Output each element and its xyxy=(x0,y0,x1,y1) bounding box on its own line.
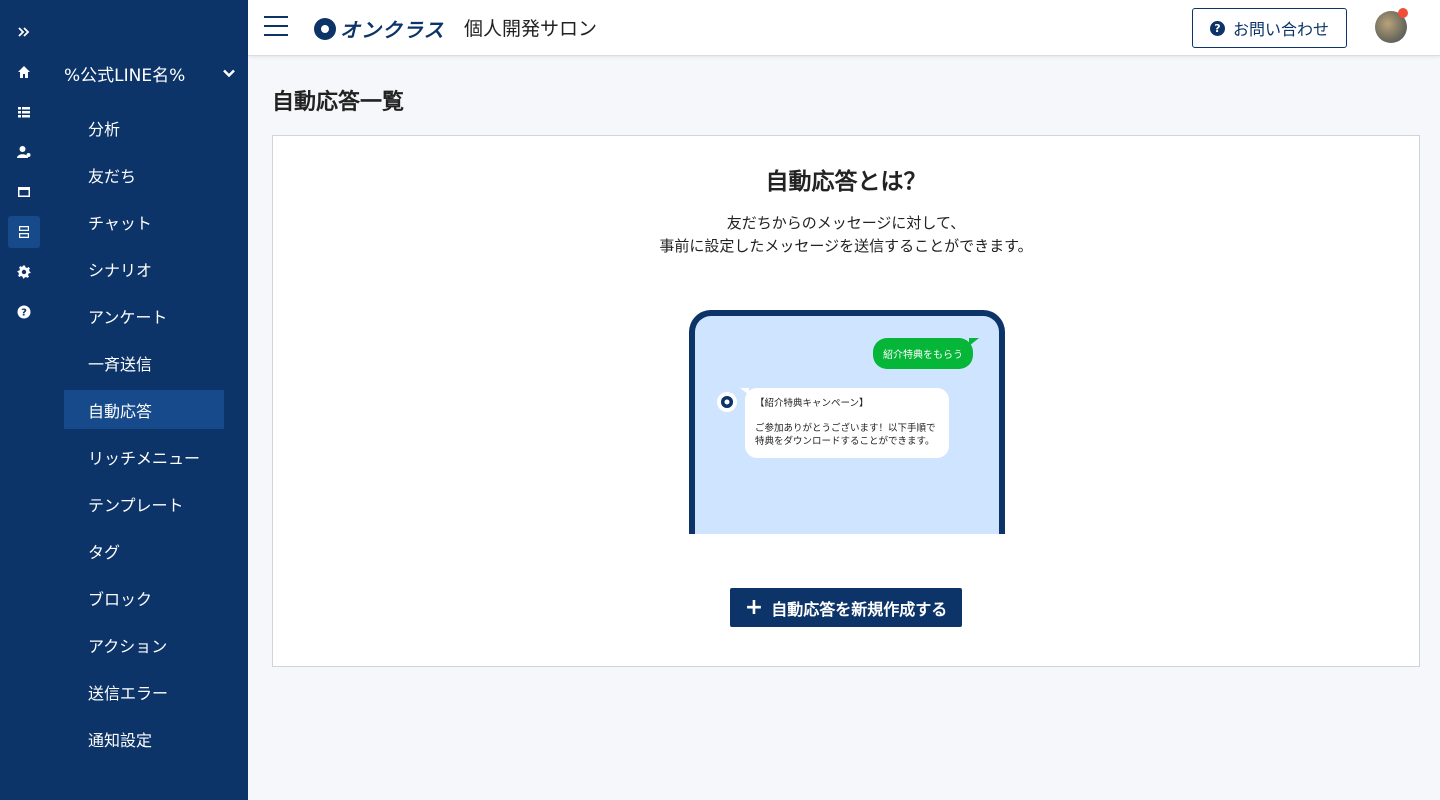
logo[interactable]: オンクラス xyxy=(314,14,445,43)
sidebar-item-survey[interactable]: アンケート xyxy=(64,296,224,335)
plus-icon: + xyxy=(744,594,764,620)
icon-rail: ? xyxy=(0,0,48,800)
logo-text: オンクラス xyxy=(340,18,445,42)
sidebar-item-friends[interactable]: 友だち xyxy=(64,155,224,194)
phone-illustration: 紹介特典をもらう 【紹介特典キャンペーン】 ご参加ありがとうございます！以下手順… xyxy=(689,310,1005,534)
sidebar-item-auto-reply[interactable]: 自動応答 xyxy=(64,390,224,429)
bot-message-line: 【紹介特典キャンペーン】 xyxy=(755,398,869,409)
page-title: 自動応答一覧 xyxy=(272,90,405,115)
sidebar-item-scenario[interactable]: シナリオ xyxy=(64,249,224,288)
sidebar-menu: 分析 友だち チャット シナリオ アンケート 一斉送信 自動応答 リッチメニュー… xyxy=(64,108,224,766)
logo-mark-icon xyxy=(314,17,336,40)
user-settings-icon[interactable] xyxy=(8,136,40,168)
sidebar-item-analytics[interactable]: 分析 xyxy=(64,108,224,147)
contact-label: お問い合わせ xyxy=(1232,20,1329,39)
gear-icon[interactable] xyxy=(8,256,40,288)
sidebar-item-tag[interactable]: タグ xyxy=(64,531,224,570)
sidebar-item-send-error[interactable]: 送信エラー xyxy=(64,672,224,711)
list-icon[interactable] xyxy=(8,96,40,128)
card-description: 友だちからのメッセージに対して、 事前に設定したメッセージを送信することができま… xyxy=(273,212,1419,258)
sidebar: ? %公式LINE名% 分析 友だち チャット シナリオ アンケート 一斉送信 … xyxy=(0,0,248,800)
create-label: 自動応答を新規作成する xyxy=(771,599,948,619)
sidebar-item-action[interactable]: アクション xyxy=(64,625,224,664)
home-icon[interactable] xyxy=(8,56,40,88)
site-title: 個人開発サロン xyxy=(464,18,598,40)
sidebar-item-rich-menu[interactable]: リッチメニュー xyxy=(64,437,224,476)
sidebar-item-chat[interactable]: チャット xyxy=(64,202,224,241)
bot-message-bubble: 【紹介特典キャンペーン】 ご参加ありがとうございます！以下手順で 特典をダウンロ… xyxy=(740,388,949,458)
description-line: 友だちからのメッセージに対して、 xyxy=(726,214,966,232)
sidebar-item-notification-settings[interactable]: 通知設定 xyxy=(64,719,224,758)
help-icon[interactable]: ? xyxy=(8,296,40,328)
notification-dot xyxy=(1398,8,1408,18)
create-auto-reply-button[interactable]: + 自動応答を新規作成する xyxy=(730,588,962,627)
sidebar-item-block[interactable]: ブロック xyxy=(64,578,224,617)
question-icon: ? xyxy=(1209,20,1225,36)
bot-message-line: 特典をダウンロードすることができます。 xyxy=(755,436,935,447)
auto-reply-intro-card: 自動応答とは？ 友だちからのメッセージに対して、 事前に設定したメッセージを送信… xyxy=(272,135,1420,667)
svg-text:?: ? xyxy=(21,308,27,319)
account-selector[interactable]: %公式LINE名% xyxy=(64,56,236,90)
calendar-icon[interactable] xyxy=(8,176,40,208)
top-header: オンクラス 個人開発サロン ? お問い合わせ xyxy=(248,0,1440,56)
chevron-down-icon xyxy=(223,69,235,78)
description-line: 事前に設定したメッセージを送信することができます。 xyxy=(659,237,1033,255)
user-message-bubble: 紹介特典をもらう xyxy=(873,338,979,369)
sidebar-item-template[interactable]: テンプレート xyxy=(64,484,224,523)
expand-icon[interactable] xyxy=(8,16,40,48)
account-name: %公式LINE名% xyxy=(64,65,186,86)
bot-avatar-icon xyxy=(717,392,737,412)
contact-button[interactable]: ? お問い合わせ xyxy=(1192,8,1347,48)
hamburger-menu-icon[interactable] xyxy=(264,16,288,38)
sidebar-item-broadcast[interactable]: 一斉送信 xyxy=(64,343,224,382)
bot-message-line: ご参加ありがとうございます！以下手順で xyxy=(755,423,936,434)
card-title: 自動応答とは？ xyxy=(765,169,927,195)
database-icon[interactable] xyxy=(8,216,40,248)
